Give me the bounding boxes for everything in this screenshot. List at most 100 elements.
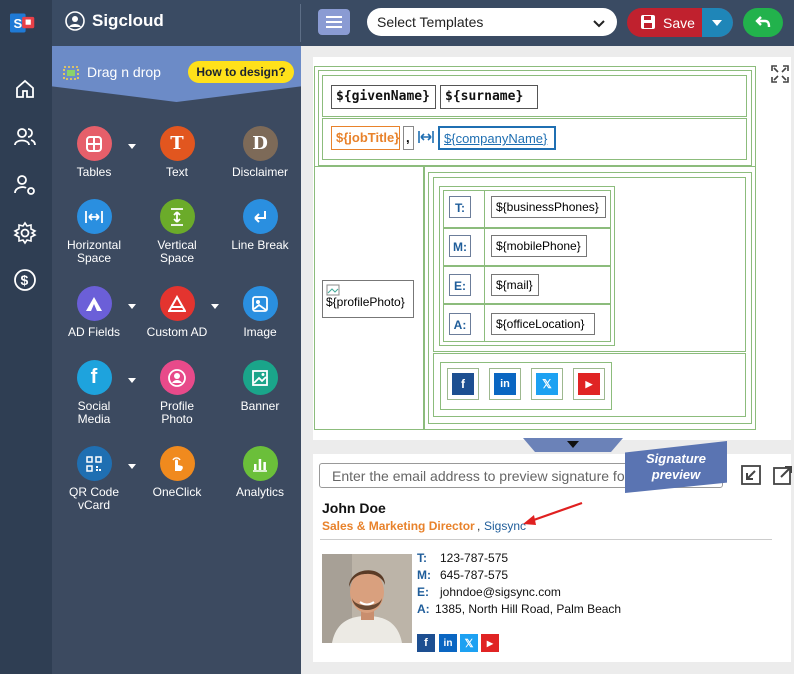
dropdown-caret-icon[interactable] bbox=[128, 378, 136, 383]
preview-profile-photo bbox=[322, 554, 412, 643]
tool-text[interactable]: T Text bbox=[137, 126, 217, 179]
tool-oneclick[interactable]: OneClick bbox=[137, 446, 217, 499]
space-icon bbox=[417, 128, 435, 148]
x-twitter-icon: 𝕏 bbox=[536, 373, 558, 395]
vertical-space-icon bbox=[159, 199, 195, 234]
tool-horizontal-space[interactable]: Horizontal Space bbox=[54, 199, 134, 265]
company-name-field[interactable]: ${companyName} bbox=[438, 126, 556, 150]
separator-field[interactable]: , bbox=[403, 126, 414, 150]
preview-linkedin-icon[interactable]: in bbox=[439, 634, 457, 652]
tool-banner[interactable]: Banner bbox=[220, 360, 300, 413]
social-slot-x[interactable]: 𝕏 bbox=[531, 368, 563, 400]
tool-label: AD Fields bbox=[67, 325, 120, 339]
drag-drop-label: Drag n drop bbox=[87, 64, 161, 80]
menu-button[interactable] bbox=[318, 9, 350, 35]
contact-value-field[interactable]: ${mobilePhone} bbox=[491, 235, 587, 257]
annotation-arrow-icon bbox=[523, 501, 583, 525]
popout-icon[interactable] bbox=[740, 464, 762, 486]
tool-vertical-space[interactable]: Vertical Space bbox=[137, 199, 217, 265]
tool-label: Tables bbox=[76, 165, 112, 179]
account-avatar-icon[interactable] bbox=[65, 11, 85, 31]
social-slot-youtube[interactable]: ▶ bbox=[573, 368, 605, 400]
preview-youtube-icon[interactable]: ▶ bbox=[481, 634, 499, 652]
how-to-design-button[interactable]: How to design? bbox=[188, 61, 294, 83]
preview-contact-label: M: bbox=[417, 568, 431, 582]
banner-icon bbox=[242, 360, 278, 395]
tool-line-break[interactable]: Line Break bbox=[220, 199, 300, 252]
top-toolbar: Select Templates Save bbox=[301, 0, 794, 46]
brand-name: Sigcloud bbox=[92, 11, 164, 30]
svg-text:$: $ bbox=[21, 272, 29, 288]
tool-image[interactable]: Image bbox=[220, 286, 300, 339]
tool-label: Social Media bbox=[77, 399, 111, 426]
open-external-icon[interactable] bbox=[772, 464, 794, 486]
tool-label: Text bbox=[165, 165, 188, 179]
tool-social-media[interactable]: f Social Media bbox=[54, 360, 136, 426]
drag-drop-icon bbox=[62, 63, 80, 86]
contact-label: M: bbox=[449, 235, 471, 257]
save-button[interactable]: Save bbox=[627, 8, 733, 37]
preview-x-icon[interactable]: 𝕏 bbox=[460, 634, 478, 652]
elements-panel: Drag n drop How to design? Tables T Text D D… bbox=[52, 46, 301, 674]
template-select-value: Select Templates bbox=[377, 14, 484, 30]
tool-label: OneClick bbox=[152, 485, 202, 499]
preview-contact-label: E: bbox=[417, 585, 429, 599]
users-icon[interactable] bbox=[12, 124, 38, 150]
save-disk-icon bbox=[640, 14, 656, 33]
horizontal-space-icon bbox=[76, 199, 112, 234]
analytics-icon bbox=[242, 446, 278, 481]
preview-contact-line: M: 645-787-575 bbox=[417, 568, 508, 582]
given-name-field[interactable]: ${givenName} bbox=[331, 85, 436, 109]
tool-qr-code-vcard[interactable]: QR Code vCard bbox=[54, 446, 136, 512]
template-select[interactable]: Select Templates bbox=[367, 8, 617, 36]
tool-tables[interactable]: Tables bbox=[54, 126, 136, 179]
dropdown-caret-icon[interactable] bbox=[128, 464, 136, 469]
tool-custom-ad[interactable]: Custom AD bbox=[137, 286, 219, 339]
line-break-icon bbox=[242, 199, 278, 234]
surname-field[interactable]: ${surname} bbox=[440, 85, 538, 109]
tool-label: Banner bbox=[240, 399, 280, 413]
contact-value-field[interactable]: ${businessPhones} bbox=[491, 196, 606, 218]
broken-image-icon bbox=[326, 284, 340, 296]
sigsync-logo[interactable]: S bbox=[10, 10, 40, 36]
tool-label: QR Code vCard bbox=[68, 485, 120, 512]
save-options-dropdown[interactable] bbox=[702, 8, 733, 37]
dropdown-caret-icon[interactable] bbox=[128, 144, 136, 149]
settings-gear-icon[interactable] bbox=[12, 220, 38, 246]
home-icon[interactable] bbox=[12, 76, 38, 102]
profile-photo-field[interactable]: ${profilePhoto} bbox=[322, 280, 414, 318]
social-slot-linkedin[interactable]: in bbox=[489, 368, 521, 400]
chevron-down-icon bbox=[593, 16, 605, 32]
tool-label: Disclaimer bbox=[231, 165, 288, 179]
profile-photo-label: ${profilePhoto} bbox=[326, 295, 405, 309]
preview-facebook-icon[interactable]: f bbox=[417, 634, 435, 652]
contact-value-field[interactable]: ${officeLocation} bbox=[491, 313, 595, 335]
contact-label: T: bbox=[449, 196, 471, 218]
tool-ad-fields[interactable]: AD Fields bbox=[54, 286, 136, 339]
tool-analytics[interactable]: Analytics bbox=[220, 446, 300, 499]
fullscreen-expand-icon[interactable] bbox=[771, 65, 789, 83]
undo-button[interactable] bbox=[743, 8, 783, 37]
preview-job-title: Sales & Marketing Director bbox=[322, 519, 475, 533]
dropdown-caret-icon[interactable] bbox=[128, 304, 136, 309]
tool-profile-photo[interactable]: Profile Photo bbox=[137, 360, 217, 426]
social-slot-facebook[interactable]: f bbox=[447, 368, 479, 400]
tool-label: Profile Photo bbox=[159, 399, 194, 426]
dropdown-caret-icon[interactable] bbox=[211, 304, 219, 309]
preview-contact-label: A: bbox=[417, 602, 430, 616]
youtube-icon: ▶ bbox=[578, 373, 600, 395]
tool-label: Custom AD bbox=[146, 325, 208, 339]
tool-disclaimer[interactable]: D Disclaimer bbox=[220, 126, 300, 179]
preview-divider bbox=[320, 539, 772, 540]
tool-label: Image bbox=[243, 325, 277, 339]
billing-dollar-icon[interactable]: $ bbox=[12, 267, 38, 293]
user-settings-icon[interactable] bbox=[12, 172, 38, 198]
svg-text:S: S bbox=[13, 16, 22, 31]
custom-ad-icon bbox=[159, 286, 195, 321]
job-title-field[interactable]: ${jobTitle} bbox=[331, 126, 400, 150]
preview-contact-line: A: 1385, North Hill Road, Palm Beach bbox=[417, 602, 621, 616]
image-icon bbox=[242, 286, 278, 321]
collapse-preview-tab[interactable] bbox=[523, 438, 623, 452]
contact-value-field[interactable]: ${mail} bbox=[491, 274, 539, 296]
preview-comma: , bbox=[477, 519, 481, 533]
